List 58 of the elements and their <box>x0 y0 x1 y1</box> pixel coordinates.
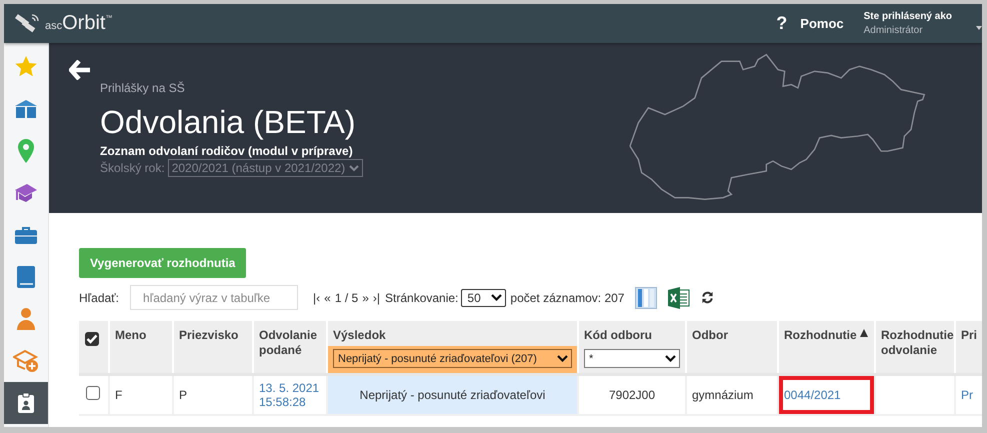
page-size-select[interactable]: 50 <box>461 288 506 306</box>
column-header[interactable]: Pri <box>955 321 982 374</box>
refresh-icon[interactable] <box>701 291 714 304</box>
next-page-link[interactable]: » <box>362 290 369 304</box>
table-cell: P <box>179 388 188 402</box>
column-header[interactable]: Meno <box>109 321 173 374</box>
breadcrumb: Prihlášky na SŠ <box>100 81 186 95</box>
person-icon <box>15 307 37 331</box>
help-link[interactable]: ? Pomoc <box>776 13 844 34</box>
cell-link[interactable]: Pr <box>961 388 973 402</box>
table-cell: gymnázium <box>692 388 754 402</box>
graduation-cap-icon <box>14 182 38 204</box>
page-size-label: Stránkovanie: <box>385 290 458 304</box>
column-header[interactable]: Výsledok <box>327 321 578 346</box>
column-header[interactable]: Kód odboru <box>578 321 686 346</box>
search-field[interactable]: hľadaný výraz v tabuľke <box>130 285 298 310</box>
briefcase-icon <box>14 225 38 245</box>
row-checkbox[interactable] <box>86 386 100 400</box>
column-header[interactable]: Odbor <box>686 321 778 374</box>
column-header[interactable]: Rozhodnutie <box>778 321 875 374</box>
record-count: počet záznamov: 207 <box>510 290 624 304</box>
user-name: Administrátor <box>864 25 924 36</box>
page-title: Odvolania (BETA) <box>100 103 356 141</box>
map-pin-icon <box>18 139 34 163</box>
columns-icon[interactable] <box>635 286 658 308</box>
table-cell: Neprijatý - posunuté zriaďovateľovi <box>360 388 546 402</box>
sidebar-item[interactable] <box>4 382 48 424</box>
book-icon <box>14 99 38 119</box>
spreadsheet-icon[interactable] <box>668 286 690 308</box>
book-icon <box>16 265 36 289</box>
page-subtitle: Zoznam odvolaní rodičov (modul v príprave) <box>100 144 354 158</box>
chevron-down-icon <box>665 355 676 362</box>
chevron-down-icon <box>349 164 360 172</box>
column-header[interactable]: Odvolanie podané <box>253 321 327 374</box>
clipboard-icon <box>17 392 35 414</box>
select-all-checkbox[interactable] <box>85 332 99 346</box>
logo-name: Orbit <box>62 12 106 35</box>
table-cell: 7902J00 <box>608 388 656 402</box>
column-filter-select[interactable]: Neprijatý - posunuté zriaďovateľovi (207) <box>333 349 572 368</box>
back-arrow-icon[interactable] <box>69 60 91 80</box>
search-label: Hľadať: <box>79 290 120 304</box>
user-caption: Ste prihlásený ako <box>864 11 952 22</box>
column-header[interactable]: Priezvisko <box>173 321 253 374</box>
first-page-link[interactable]: |‹ <box>313 290 320 304</box>
school-year-label: Školský rok: <box>100 161 165 175</box>
page-indicator: 1 / 5 <box>334 290 358 304</box>
table-cell: F <box>115 388 122 402</box>
column-header[interactable]: Rozhodnutie odvolanie <box>875 321 955 374</box>
chevron-down-icon <box>491 294 502 301</box>
graduation-cap-plus-icon <box>13 349 39 373</box>
caret-icon[interactable] <box>976 26 982 30</box>
column-filter-select[interactable]: * <box>584 349 680 368</box>
sort-arrow-icon <box>860 329 868 337</box>
chevron-down-icon <box>557 355 568 362</box>
star-icon <box>14 55 38 79</box>
last-page-link[interactable]: ›| <box>372 290 380 304</box>
logo-prefix: asc <box>45 20 62 32</box>
previous-page-link[interactable]: « <box>324 290 331 304</box>
